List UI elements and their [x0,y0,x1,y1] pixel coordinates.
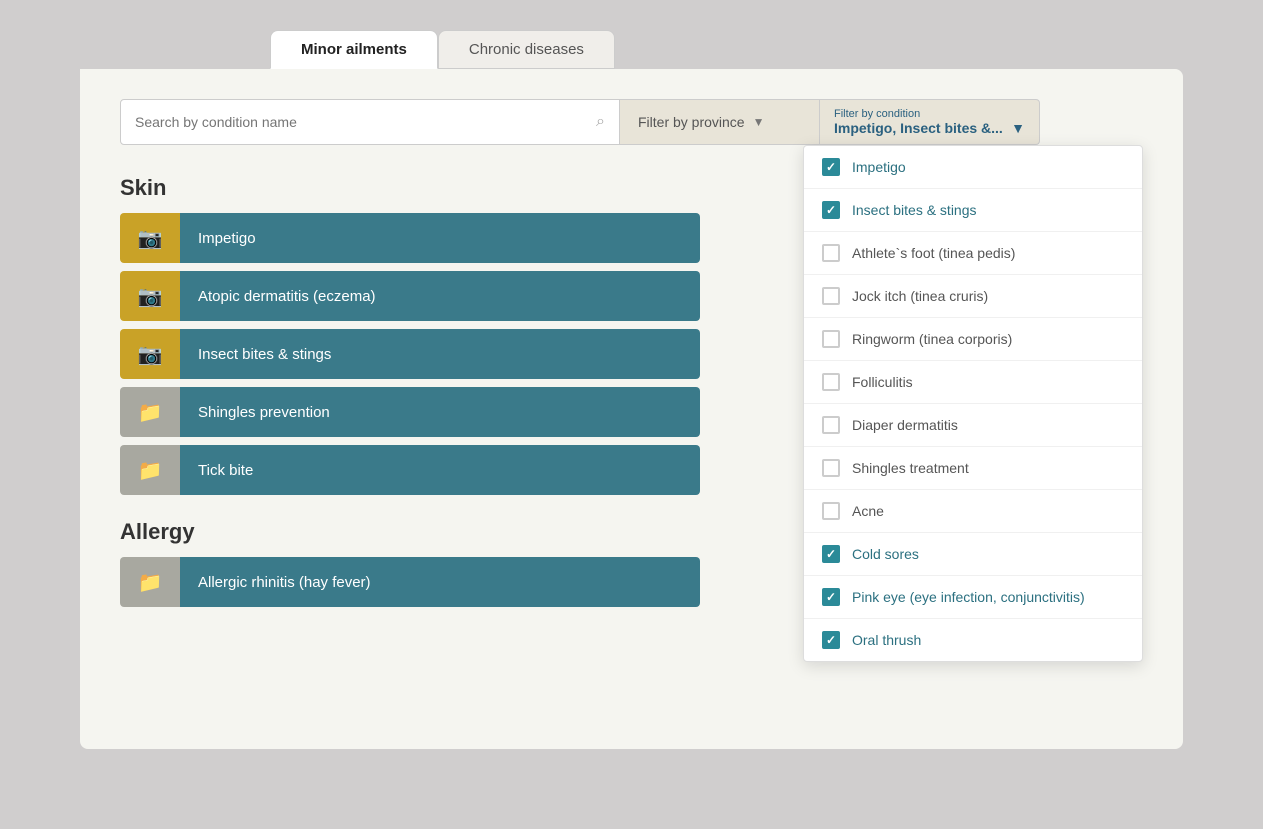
checkbox-icon[interactable] [822,373,840,391]
checkbox-icon[interactable] [822,545,840,563]
dropdown-item[interactable]: Acne [804,490,1142,533]
folder-icon: 📁 [138,570,163,595]
dropdown-item[interactable]: Folliculitis [804,361,1142,404]
dropdown-item-label: Diaper dermatitis [852,417,958,433]
condition-label-insect-bites: Insect bites & stings [180,329,700,379]
camera-icon: 📷 [138,342,163,367]
condition-chevron-icon: ▼ [1011,120,1025,136]
folder-icon: 📁 [138,458,163,483]
condition-filter-dropdown: Impetigo Insect bites & stings Athlete`s f… [803,145,1143,662]
condition-label-tick-bite: Tick bite [180,445,700,495]
condition-label-shingles: Shingles prevention [180,387,700,437]
dropdown-item-label: Ringworm (tinea corporis) [852,331,1012,347]
icon-box-eczema: 📷 [120,271,180,321]
folder-icon: 📁 [138,400,163,425]
dropdown-item-label: Pink eye (eye infection, conjunctivitis) [852,589,1085,605]
icon-box-tick-bite: 📁 [120,445,180,495]
province-chevron-icon: ▼ [753,115,765,129]
dropdown-item[interactable]: Shingles treatment [804,447,1142,490]
condition-label-eczema: Atopic dermatitis (eczema) [180,271,700,321]
condition-filter-value-text: Impetigo, Insect bites &... [834,120,1003,136]
dropdown-item[interactable]: Impetigo [804,146,1142,189]
dropdown-item[interactable]: Oral thrush [804,619,1142,661]
checkbox-icon[interactable] [822,416,840,434]
province-filter[interactable]: Filter by province ▼ [620,99,820,145]
camera-icon: 📷 [138,226,163,251]
dropdown-item-label: Athlete`s foot (tinea pedis) [852,245,1015,261]
condition-filter-top-label: Filter by condition [834,108,1025,120]
checkbox-icon[interactable] [822,588,840,606]
dropdown-item[interactable]: Insect bites & stings [804,189,1142,232]
dropdown-item-label: Acne [852,503,884,519]
checkbox-icon[interactable] [822,244,840,262]
province-filter-label: Filter by province [638,114,745,130]
dropdown-item[interactable]: Pink eye (eye infection, conjunctivitis) [804,576,1142,619]
condition-filter[interactable]: Filter by condition Impetigo, Insect bit… [820,99,1040,145]
dropdown-item[interactable]: Cold sores [804,533,1142,576]
checkbox-icon[interactable] [822,158,840,176]
checkbox-icon[interactable] [822,459,840,477]
condition-label-impetigo: Impetigo [180,213,700,263]
camera-icon: 📷 [138,284,163,309]
dropdown-item-label: Cold sores [852,546,919,562]
dropdown-item-label: Oral thrush [852,632,921,648]
dropdown-item-label: Shingles treatment [852,460,969,476]
dropdown-item-label: Jock itch (tinea cruris) [852,288,988,304]
dropdown-item[interactable]: Athlete`s foot (tinea pedis) [804,232,1142,275]
dropdown-item[interactable]: Ringworm (tinea corporis) [804,318,1142,361]
dropdown-item-label: Folliculitis [852,374,913,390]
search-icon: ⌕ [596,113,605,131]
icon-box-shingles: 📁 [120,387,180,437]
filters-row: ⌕ Filter by province ▼ Filter by conditi… [120,99,1143,145]
dropdown-scroll[interactable]: Impetigo Insect bites & stings Athlete`s f… [804,146,1142,661]
search-input[interactable] [135,114,596,130]
main-card: ⌕ Filter by province ▼ Filter by conditi… [80,69,1183,749]
tabs-area: Minor ailments Chronic diseases [0,0,1263,69]
tab-chronic-diseases-label: Chronic diseases [469,41,584,58]
dropdown-item-label: Impetigo [852,159,906,175]
checkbox-icon[interactable] [822,502,840,520]
dropdown-item-label: Insect bites & stings [852,202,977,218]
dropdown-item[interactable]: Jock itch (tinea cruris) [804,275,1142,318]
tab-minor-ailments-label: Minor ailments [301,41,407,58]
icon-box-impetigo: 📷 [120,213,180,263]
search-box[interactable]: ⌕ [120,99,620,145]
tab-chronic-diseases[interactable]: Chronic diseases [438,30,615,69]
checkbox-icon[interactable] [822,287,840,305]
condition-label-allergic-rhinitis: Allergic rhinitis (hay fever) [180,557,700,607]
checkbox-icon[interactable] [822,631,840,649]
icon-box-insect-bites: 📷 [120,329,180,379]
condition-filter-value: Impetigo, Insect bites &... ▼ [834,120,1025,136]
tab-minor-ailments[interactable]: Minor ailments [270,30,438,69]
icon-box-allergic-rhinitis: 📁 [120,557,180,607]
checkbox-icon[interactable] [822,330,840,348]
checkbox-icon[interactable] [822,201,840,219]
dropdown-item[interactable]: Diaper dermatitis [804,404,1142,447]
